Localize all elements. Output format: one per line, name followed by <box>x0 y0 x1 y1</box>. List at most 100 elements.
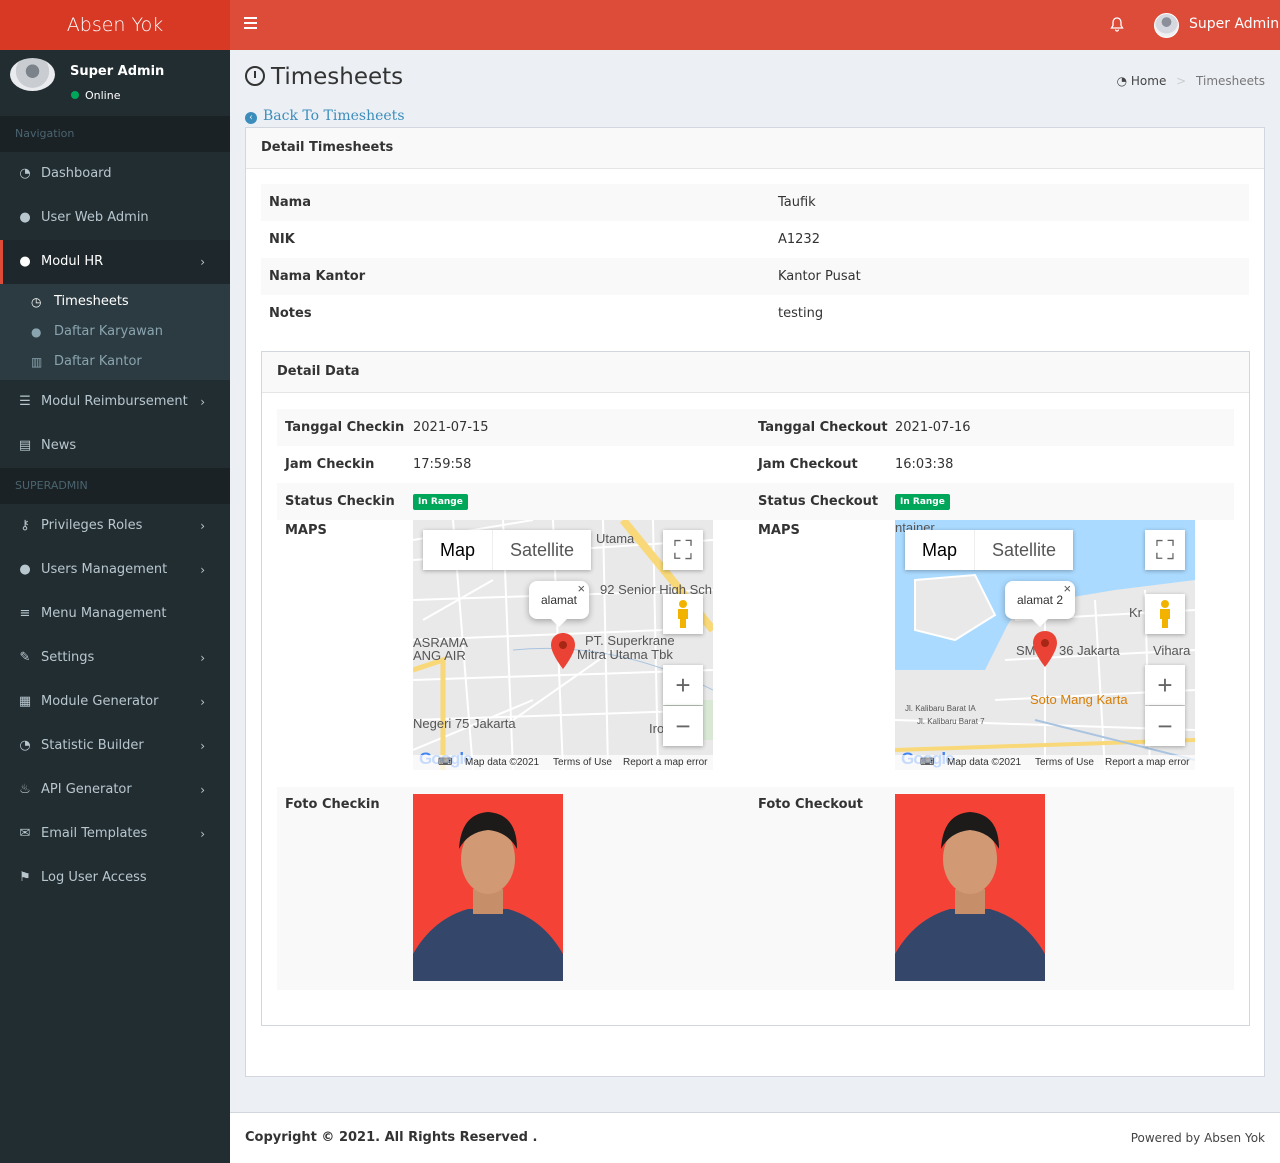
map-type-satellite-button[interactable]: Satellite <box>974 530 1073 570</box>
chevron-right-icon: › <box>200 563 205 577</box>
sidebar-item-users-management[interactable]: ● Users Management › <box>0 548 230 592</box>
sidebar-header-navigation: Navigation <box>0 116 230 152</box>
copyright-text: Copyright © 2021. All Rights Reserved . <box>245 1130 538 1145</box>
bars-icon: ≡ <box>19 606 31 621</box>
map-footer: ⌨ Map data ©2021 Terms of Use Report a m… <box>413 755 713 770</box>
checkout-photo[interactable] <box>895 794 1045 981</box>
report-link[interactable]: Report a map error <box>623 755 707 770</box>
map-type-map-button[interactable]: Map <box>423 530 492 570</box>
sidebar-item-log-user-access[interactable]: ⚑ Log User Access <box>0 856 230 900</box>
chevron-right-icon: › <box>200 519 205 533</box>
users-icon: ● <box>19 254 31 269</box>
newspaper-icon: ▤ <box>18 438 32 453</box>
table-row: NIK A1232 <box>269 232 820 247</box>
map-marker-icon[interactable] <box>551 633 575 669</box>
breadcrumb: ◔ Home > Timesheets <box>1117 74 1265 88</box>
dashboard-icon: ◔ <box>19 738 31 753</box>
table-row: Jam Checkin 17:59:58 Jam Checkout 16:03:… <box>285 457 954 472</box>
sidebar-item-timesheets[interactable]: ◷ Timesheets <box>0 287 230 317</box>
pegman-icon[interactable] <box>663 594 703 634</box>
map-marker-icon[interactable] <box>1033 631 1057 667</box>
keyboard-icon[interactable]: ⌨ <box>438 755 452 770</box>
chevron-right-icon: › <box>200 783 205 797</box>
map-label: Negeri 75 Jakarta <box>413 716 516 731</box>
zoom-in-icon[interactable]: + <box>663 665 703 705</box>
building-icon: ▥ <box>31 355 43 369</box>
detail-data-grid: Tanggal Checkin 2021-07-15 Tanggal Check… <box>277 409 1234 990</box>
checkout-map[interactable]: ntainer Kr SM 36 Jakarta Vihara Soto Man… <box>895 520 1195 770</box>
sidebar-item-module-generator[interactable]: ▦ Module Generator › <box>0 680 230 724</box>
chevron-right-icon: › <box>200 395 205 409</box>
map-label: PT. Superkrane <box>585 633 675 648</box>
sidebar-item-daftar-karyawan[interactable]: ● Daftar Karyawan <box>0 317 230 347</box>
chevron-right-icon: › <box>200 739 205 753</box>
terms-link[interactable]: Terms of Use <box>553 755 612 770</box>
close-icon[interactable]: × <box>577 582 585 596</box>
sidebar-toggle-icon[interactable] <box>244 17 257 29</box>
map-type-satellite-button[interactable]: Satellite <box>492 530 591 570</box>
back-to-timesheets-link[interactable]: ‹ Back To Timesheets <box>245 108 405 124</box>
sidebar-item-daftar-kantor[interactable]: ▥ Daftar Kantor <box>0 347 230 377</box>
zoom-out-icon[interactable]: − <box>1145 706 1185 746</box>
fullscreen-icon[interactable]: ⛶ <box>1145 530 1185 570</box>
th-icon: ▦ <box>18 694 32 709</box>
flag-icon: ⚑ <box>19 870 31 885</box>
chevron-left-circle-icon: ‹ <box>245 112 257 124</box>
dashboard-icon: ◔ <box>19 166 31 181</box>
chevron-right-icon: › <box>200 695 205 709</box>
sidebar-header-superadmin: SUPERADMIN <box>0 468 230 504</box>
sidebar-item-privileges-roles[interactable]: ⚷ Privileges Roles › <box>0 504 230 548</box>
sidebar-item-user-web-admin[interactable]: ● User Web Admin <box>0 196 230 240</box>
avatar <box>10 58 55 91</box>
keyboard-icon[interactable]: ⌨ <box>920 755 934 770</box>
map-type-map-button[interactable]: Map <box>905 530 974 570</box>
app-logo[interactable]: Absen Yok <box>0 0 230 50</box>
wrench-icon: ✎ <box>19 650 31 665</box>
status-badge: In Range <box>413 494 468 510</box>
avatar[interactable] <box>1154 13 1179 38</box>
chevron-right-icon: › <box>200 827 205 841</box>
clock-icon: ◷ <box>31 295 42 309</box>
terms-link[interactable]: Terms of Use <box>1035 755 1094 770</box>
checkin-map[interactable]: Utama 92 Senior High Sch PT. Superkrane … <box>413 520 713 770</box>
top-user-name[interactable]: Super Admin <box>1189 16 1279 32</box>
checkin-photo[interactable] <box>413 794 563 981</box>
map-info-window: alamat 2 × <box>1005 581 1076 627</box>
sidebar-item-settings[interactable]: ✎ Settings › <box>0 636 230 680</box>
fullscreen-icon[interactable]: ⛶ <box>663 530 703 570</box>
sidebar-item-modul-hr[interactable]: ● Modul HR › <box>0 240 230 284</box>
maps-row: MAPS MAPS Utama 92 Senior High Sch PT. S… <box>277 520 1234 787</box>
map-label: 36 Jakarta <box>1059 643 1120 658</box>
user-icon: ● <box>19 210 31 225</box>
detail-table: Nama Taufik NIK A1232 Nama Kantor Kantor Pu… <box>261 184 1249 332</box>
zoom-out-icon[interactable]: − <box>663 706 703 746</box>
report-link[interactable]: Report a map error <box>1105 755 1189 770</box>
sidebar-item-news[interactable]: ▤ News <box>0 424 230 468</box>
key-icon: ⚷ <box>20 518 30 533</box>
bell-icon[interactable] <box>1110 17 1124 36</box>
chevron-right-icon: › <box>200 255 205 269</box>
map-label: Kr <box>1129 605 1142 620</box>
status-dot-icon <box>71 91 79 99</box>
sidebar-item-menu-management[interactable]: ≡ Menu Management <box>0 592 230 636</box>
sidebar-item-modul-reimbursement[interactable]: ☰ Modul Reimbursement › <box>0 380 230 424</box>
map-label: Mitra Utama Tbk <box>577 647 673 662</box>
detail-data-box: Detail Data Tanggal Checkin 2021-07-15 T… <box>261 351 1250 1026</box>
map-type-toggle: Map Satellite <box>905 530 1074 570</box>
envelope-icon: ✉ <box>19 826 31 841</box>
table-row: Status Checkin In Range Status Checkout … <box>277 483 1234 520</box>
detail-timesheets-box: Detail Timesheets Nama Taufik NIK A1232 Na… <box>245 127 1265 1077</box>
breadcrumb-home[interactable]: Home <box>1131 74 1166 88</box>
map-label: Jl. Kalibaru Barat IA <box>905 704 976 713</box>
close-icon[interactable]: × <box>1063 582 1071 596</box>
sidebar-item-api-generator[interactable]: ♨ API Generator › <box>0 768 230 812</box>
online-status: Online <box>71 89 120 102</box>
map-label: ANG AIR <box>413 648 466 663</box>
pegman-icon[interactable] <box>1145 594 1185 634</box>
sidebar-item-dashboard[interactable]: ◔ Dashboard <box>0 152 230 196</box>
breadcrumb-current: Timesheets <box>1196 74 1265 88</box>
sidebar-item-email-templates[interactable]: ✉ Email Templates › <box>0 812 230 856</box>
zoom-in-icon[interactable]: + <box>1145 665 1185 705</box>
table-row: Notes testing <box>269 306 824 321</box>
sidebar-item-statistic-builder[interactable]: ◔ Statistic Builder › <box>0 724 230 768</box>
